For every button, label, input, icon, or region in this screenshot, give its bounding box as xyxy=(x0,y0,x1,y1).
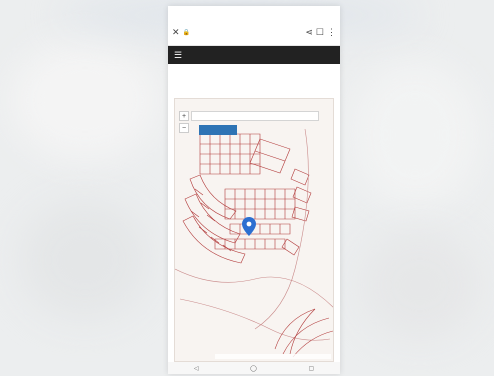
recents-icon[interactable]: ▢ xyxy=(308,365,314,372)
background-blur xyxy=(10,40,160,160)
android-nav-bar: ◁ ◯ ▢ xyxy=(168,362,340,374)
site-navbar: ☰ xyxy=(168,46,340,64)
more-vert-icon[interactable]: ⋮ xyxy=(327,28,336,37)
map-action-button[interactable] xyxy=(199,125,237,135)
hamburger-icon[interactable]: ☰ xyxy=(174,50,182,60)
home-icon[interactable]: ◯ xyxy=(250,365,257,372)
background-blur xyxy=(350,60,480,210)
back-icon[interactable]: ◁ xyxy=(194,365,199,372)
background-blur xyxy=(360,230,480,340)
location-marker-icon[interactable] xyxy=(242,217,256,236)
share-icon[interactable]: ⋖ xyxy=(305,28,313,37)
background-blur xyxy=(20,200,150,320)
parcel-lines xyxy=(175,128,333,358)
map-search-input[interactable] xyxy=(191,111,319,121)
zoom-out-button[interactable]: − xyxy=(179,123,189,133)
bookmark-icon[interactable]: ☐ xyxy=(316,28,324,37)
browser-url-bar: ✕ 🔒 ⋖ ☐ ⋮ xyxy=(168,20,340,46)
close-icon[interactable]: ✕ xyxy=(172,28,180,37)
map-copyright xyxy=(215,354,331,359)
phone-screen: ✕ 🔒 ⋖ ☐ ⋮ ☰ + − ◁ ◯ ▢ xyxy=(168,6,340,374)
status-bar xyxy=(168,6,340,20)
map-drawing xyxy=(175,128,333,358)
cadastral-map[interactable]: + − xyxy=(174,98,334,362)
zoom-in-button[interactable]: + xyxy=(179,111,189,121)
lock-icon: 🔒 xyxy=(182,29,191,36)
